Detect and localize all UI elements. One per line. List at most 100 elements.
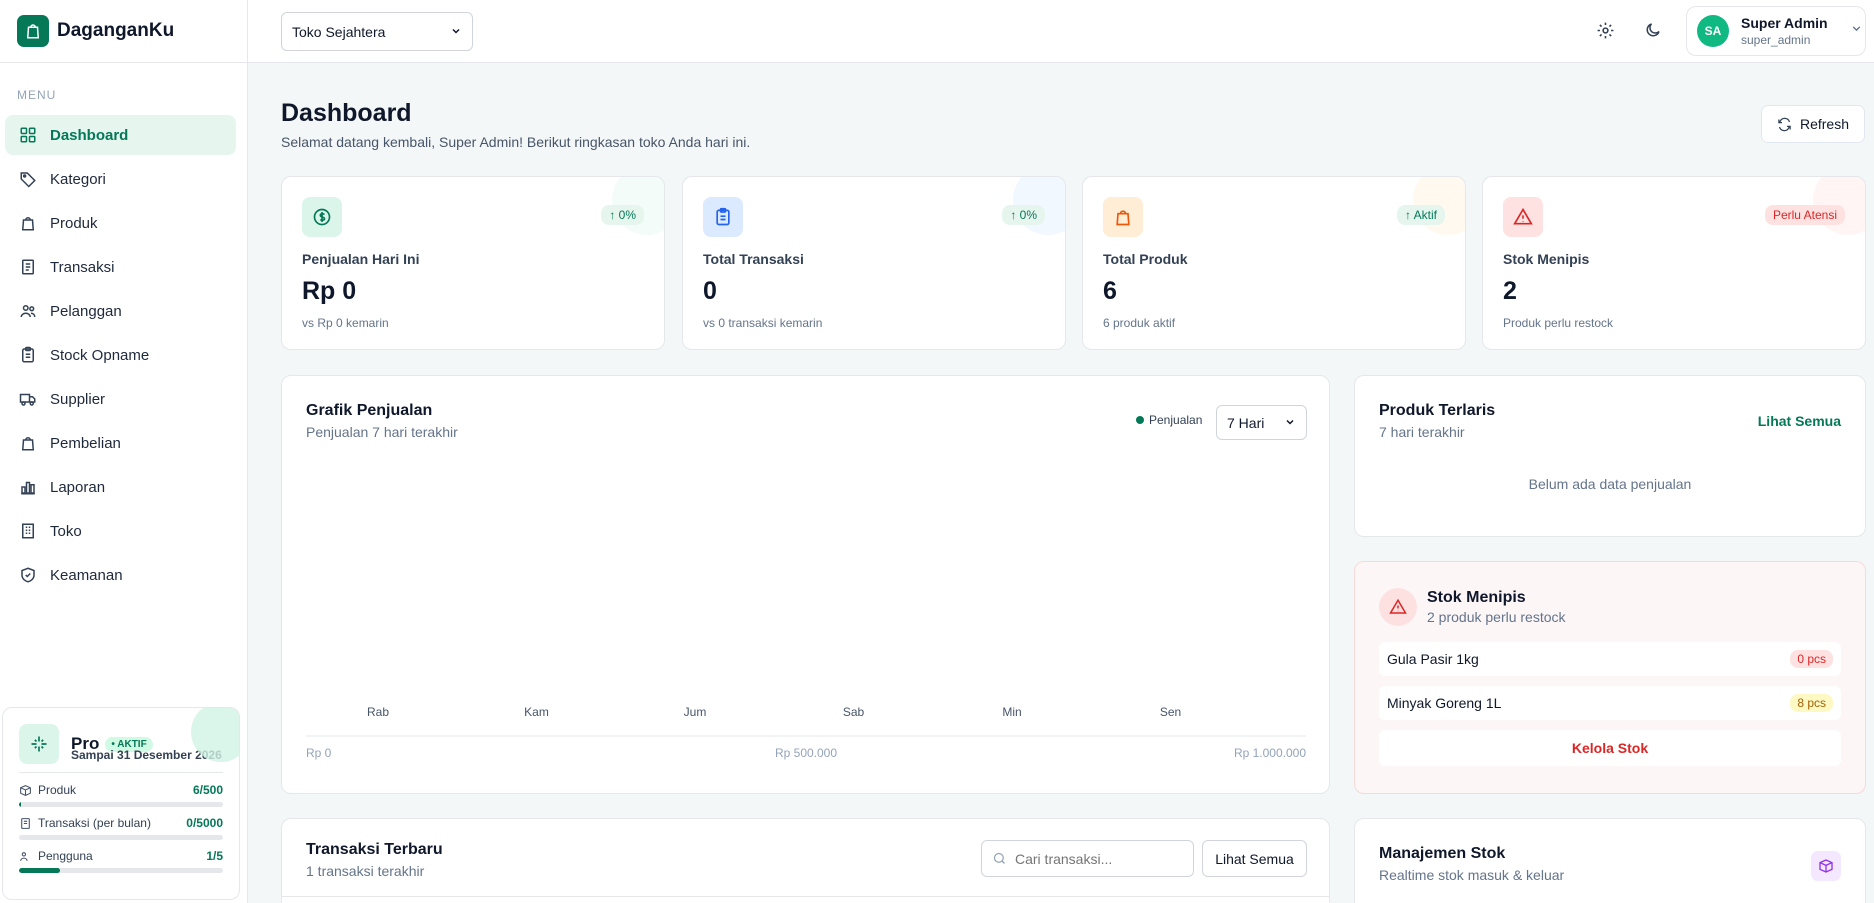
stock-qty-badge: 8 pcs	[1790, 694, 1833, 712]
sidebar-item-label: Toko	[50, 522, 82, 540]
building-icon	[18, 521, 38, 541]
range-select[interactable]: 7 Hari	[1216, 405, 1307, 440]
stat-alert-badge: Perlu Atensi	[1764, 205, 1845, 225]
usage-label: Pengguna	[38, 849, 93, 863]
topbar: Toko Sejahtera SA Super Admin super_admi…	[248, 0, 1874, 63]
stat-value: 2	[1503, 277, 1517, 305]
sidebar-item-label: Pelanggan	[50, 302, 122, 320]
sales-chart-card: Grafik Penjualan Penjualan 7 hari terakh…	[281, 375, 1330, 794]
sidebar-item-stock-opname[interactable]: Stock Opname	[5, 335, 236, 375]
stat-change-badge: ↑ 0%	[1002, 205, 1045, 225]
sidebar-item-label: Keamanan	[50, 566, 123, 584]
stat-label: Penjualan Hari Ini	[302, 251, 420, 267]
sidebar-item-laporan[interactable]: Laporan	[5, 467, 236, 507]
x-tick-label: Rab	[367, 705, 389, 719]
settings-gear-icon[interactable]	[1593, 18, 1617, 42]
divider	[282, 896, 1329, 897]
sidebar-item-supplier[interactable]: Supplier	[5, 379, 236, 419]
refresh-icon	[1778, 117, 1791, 131]
stat-status-badge: ↑ Aktif	[1396, 205, 1445, 225]
list-item[interactable]: Minyak Goreng 1L 8 pcs	[1379, 686, 1841, 720]
range-select-value: 7 Hari	[1227, 414, 1265, 431]
usage-label: Produk	[38, 783, 77, 797]
refresh-button[interactable]: Refresh	[1761, 105, 1865, 143]
user-menu[interactable]: SA Super Admin super_admin	[1686, 6, 1866, 56]
low-stock-card: Stok Menipis 2 produk perlu restock Gula…	[1354, 561, 1866, 794]
manage-stock-button[interactable]: Kelola Stok	[1379, 730, 1841, 766]
chevron-down-icon	[1284, 415, 1296, 431]
sidebar-item-transaksi[interactable]: Transaksi	[5, 247, 236, 287]
divider	[19, 772, 223, 773]
product-name: Minyak Goreng 1L	[1387, 695, 1502, 711]
users-icon	[20, 851, 28, 861]
legend-swatch	[1136, 416, 1144, 424]
sidebar-item-toko[interactable]: Toko	[5, 511, 236, 551]
shopping-bag-icon	[18, 433, 38, 453]
stat-card-transaksi: ↑ 0% Total Transaksi 0 vs 0 transaksi ke…	[682, 176, 1066, 350]
menu-label: MENU	[17, 88, 57, 102]
user-name: Super Admin	[1741, 15, 1828, 31]
stat-note: vs Rp 0 kemarin	[302, 316, 389, 330]
product-name: Gula Pasir 1kg	[1387, 651, 1479, 667]
page-subtitle: Selamat datang kembali, Super Admin! Ber…	[281, 134, 751, 150]
bar-chart-icon	[18, 477, 38, 497]
store-select-value: Toko Sejahtera	[292, 23, 386, 40]
usage-value: 0/5000	[186, 816, 223, 830]
box-icon	[20, 784, 31, 796]
usage-value: 1/5	[206, 849, 223, 863]
stat-label: Stok Menipis	[1503, 251, 1590, 267]
alert-triangle-icon	[1503, 197, 1543, 237]
sparkle-icon	[19, 724, 59, 764]
shopping-bag-icon	[1103, 197, 1143, 237]
legend-label: Penjualan	[1149, 413, 1203, 427]
sidebar-item-keamanan[interactable]: Keamanan	[5, 555, 236, 595]
usage-transaksi: Transaksi (per bulan) 0/5000	[19, 816, 223, 840]
empty-state: Belum ada data penjualan	[1528, 476, 1692, 492]
x-tick-label: Sen	[1160, 705, 1181, 719]
stat-change-badge: ↑ 0%	[601, 205, 644, 225]
sidebar-item-kategori[interactable]: Kategori	[5, 159, 236, 199]
card-title: Manajemen Stok	[1379, 845, 1506, 862]
sidebar-item-label: Dashboard	[50, 126, 129, 144]
sidebar-item-pembelian[interactable]: Pembelian	[5, 423, 236, 463]
sidebar-item-label: Kategori	[50, 170, 106, 188]
stat-note: Produk perlu restock	[1503, 316, 1614, 330]
alert-triangle-icon	[1379, 588, 1417, 626]
shopping-bag-icon	[18, 213, 38, 233]
x-tick-label: Jum	[684, 705, 707, 719]
grid-icon	[18, 125, 38, 145]
plan-card: Pro • AKTIF Sampai 31 Desember 2026 Prod…	[2, 707, 240, 900]
chevron-down-icon	[450, 24, 462, 40]
transaction-search-input[interactable]	[1015, 850, 1185, 867]
value-tick-label: Rp 500.000	[775, 746, 837, 760]
see-all-best-sellers-link[interactable]: Lihat Semua	[1758, 413, 1841, 429]
receipt-icon	[18, 257, 38, 277]
card-title: Stok Menipis	[1427, 589, 1526, 606]
sidebar-item-pelanggan[interactable]: Pelanggan	[5, 291, 236, 331]
refresh-label: Refresh	[1799, 116, 1850, 132]
value-tick-label: Rp 1.000.000	[1234, 746, 1306, 760]
page-title: Dashboard	[281, 99, 412, 127]
stat-value: 6	[1103, 277, 1117, 305]
search-box	[981, 840, 1194, 877]
sidebar-item-label: Supplier	[50, 390, 106, 408]
user-role: super_admin	[1741, 33, 1811, 47]
clipboard-icon	[703, 197, 743, 237]
moon-icon[interactable]	[1641, 18, 1665, 42]
usage-value: 6/500	[192, 783, 223, 797]
receipt-icon	[21, 817, 30, 829]
sales-chart: RabKamJumSabMinSenSelRp 0Rp 500.000Rp 1.…	[306, 705, 1306, 760]
see-all-transactions-button[interactable]: Lihat Semua	[1202, 840, 1307, 877]
x-tick-label: Min	[1002, 705, 1021, 719]
store-select[interactable]: Toko Sejahtera	[281, 12, 473, 51]
stat-note: 6 produk aktif	[1103, 316, 1176, 330]
chevron-down-icon	[1850, 22, 1863, 40]
list-item[interactable]: Gula Pasir 1kg 0 pcs	[1379, 642, 1841, 676]
low-stock-list: Gula Pasir 1kg 0 pcs Minyak Goreng 1L 8 …	[1379, 642, 1841, 766]
stat-value: 0	[703, 277, 717, 305]
sidebar-item-produk[interactable]: Produk	[5, 203, 236, 243]
usage-produk: Produk 6/500	[19, 783, 223, 807]
clipboard-icon	[18, 345, 38, 365]
sidebar-item-dashboard[interactable]: Dashboard	[5, 115, 236, 155]
brand[interactable]: DaganganKu	[0, 0, 247, 63]
